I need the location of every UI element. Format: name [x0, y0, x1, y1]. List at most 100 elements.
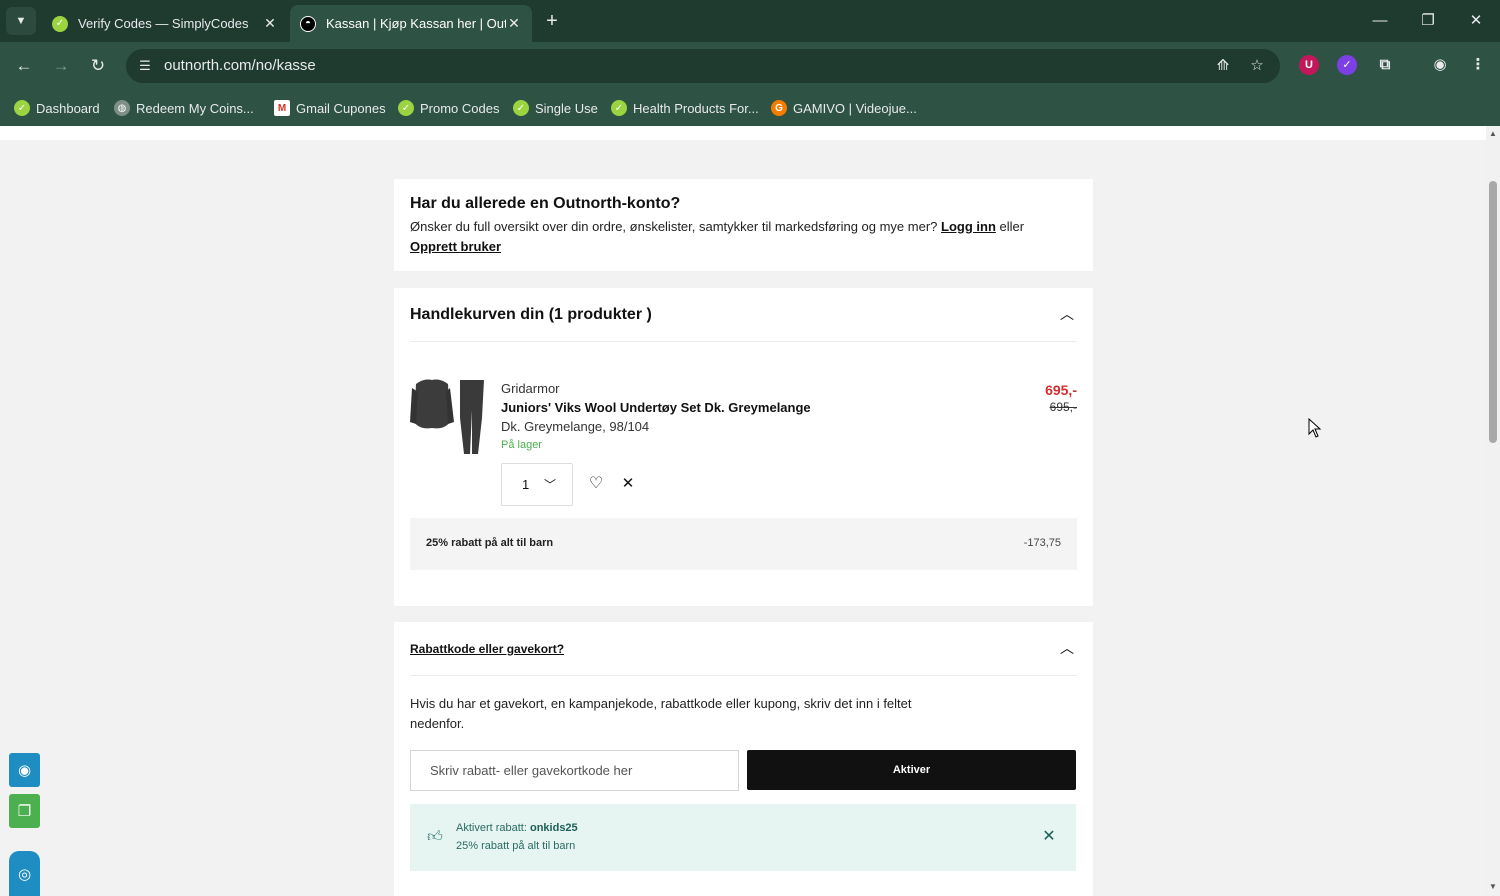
bookmark-label: Redeem My Coins...: [136, 100, 254, 116]
cart-card: Handlekurven din (1 produkter ) ︿ Gridar…: [394, 288, 1093, 606]
page-header-strip: [0, 126, 1486, 140]
globe-icon: ◍: [114, 100, 130, 116]
bookmark-label: Promo Codes: [420, 100, 500, 116]
discount-amount: -173,75: [1023, 537, 1061, 549]
quantity-value: 1: [522, 477, 530, 492]
chevron-up-icon[interactable]: ︿: [1057, 638, 1077, 658]
remove-code-icon[interactable]: ✕: [1040, 828, 1058, 846]
widget-logo-icon[interactable]: ◎: [9, 851, 40, 896]
account-text: Ønsker du full oversikt over din ordre, …: [410, 217, 1077, 257]
bookmarks-bar: ✓ Dashboard ◍ Redeem My Coins... M Gmail…: [0, 90, 1500, 126]
simplycodes-icon: ✓: [513, 100, 529, 116]
applied-line: Aktivert rabatt: onkids25: [456, 822, 578, 834]
ublock-extension-icon[interactable]: U: [1299, 55, 1319, 75]
product-original-price: 695,-: [1049, 400, 1077, 414]
outnorth-icon: ◓: [300, 15, 316, 32]
extensions-puzzle-icon[interactable]: ⧉: [1375, 55, 1395, 75]
close-icon[interactable]: ✕: [262, 15, 278, 32]
bookmark-redeem[interactable]: ◍ Redeem My Coins...: [114, 96, 254, 120]
login-link[interactable]: Logg inn: [941, 219, 996, 234]
promo-heading[interactable]: Rabattkode eller gavekort?: [410, 642, 564, 656]
activate-button[interactable]: Aktiver: [747, 750, 1076, 790]
address-bar[interactable]: ☰ outnorth.com/no/kasse ⟰ ☆: [126, 49, 1280, 83]
tab-bar: ▼ ✓ Verify Codes — SimplyCodes ✕ ◓ Kassa…: [0, 0, 1500, 42]
product-image[interactable]: [410, 378, 486, 456]
bookmark-label: Dashboard: [36, 100, 100, 116]
bookmark-gamivo[interactable]: G GAMIVO | Videojue...: [771, 96, 917, 120]
eye-icon[interactable]: ◉: [9, 753, 40, 787]
product-brand: Gridarmor: [501, 381, 560, 396]
promo-header[interactable]: Rabattkode eller gavekort? ︿: [410, 622, 1077, 676]
url-text[interactable]: outnorth.com/no/kasse: [164, 57, 316, 74]
applied-prefix: Aktivert rabatt:: [456, 822, 530, 834]
new-tab-button[interactable]: +: [540, 9, 564, 33]
promo-info: Hvis du har et gavekort, en kampanjekode…: [410, 696, 912, 731]
back-button[interactable]: ←: [12, 54, 36, 78]
restore-button[interactable]: ❐: [1418, 10, 1438, 32]
chevron-up-icon[interactable]: ︿: [1057, 304, 1077, 324]
heart-icon[interactable]: ♡: [586, 474, 606, 494]
tab-search-button[interactable]: ▼: [6, 7, 36, 35]
product-price: 695,-: [1045, 382, 1077, 398]
bookmark-label: Health Products For...: [633, 100, 759, 116]
copy-icon[interactable]: ❐: [9, 794, 40, 828]
stock-status: På lager: [501, 439, 542, 451]
browser-toolbar: ← → ↻ ☰ outnorth.com/no/kasse ⟰ ☆ U ✓ ⧉ …: [0, 42, 1500, 90]
simplycodes-icon: ✓: [611, 100, 627, 116]
or-text: eller: [999, 219, 1025, 234]
tab-simplycodes[interactable]: ✓ Verify Codes — SimplyCodes ✕: [42, 5, 288, 42]
minimize-button[interactable]: —: [1370, 10, 1390, 32]
bookmark-label: GAMIVO | Videojue...: [793, 100, 917, 116]
gmail-icon: M: [274, 100, 290, 116]
bookmark-gmail[interactable]: M Gmail Cupones: [274, 96, 386, 120]
simplycodes-icon: ✓: [14, 100, 30, 116]
applied-discount-notice: 👍︎ Aktivert rabatt: onkids25 25% rabatt …: [410, 804, 1076, 871]
scrollbar-thumb[interactable]: [1489, 181, 1497, 443]
bookmark-promo-codes[interactable]: ✓ Promo Codes: [398, 96, 499, 120]
promo-code-input[interactable]: [410, 750, 739, 791]
page-scrollbar[interactable]: ▲ ▼: [1486, 126, 1500, 896]
account-heading: Har du allerede en Outnorth-konto?: [410, 195, 681, 212]
applied-code: onkids25: [529, 822, 578, 834]
mouse-cursor-icon: [1308, 418, 1322, 438]
tab-title: Verify Codes — SimplyCodes: [78, 16, 249, 31]
bookmark-single-use[interactable]: ✓ Single Use: [513, 96, 598, 120]
tab-title: Kassan | Kjøp Kassan her | Outnorth: [326, 16, 506, 31]
thumbs-up-icon: 👍︎: [427, 828, 443, 845]
tab-outnorth[interactable]: ◓ Kassan | Kjøp Kassan her | Outnorth ✕: [290, 5, 532, 42]
site-settings-icon[interactable]: ☰: [136, 57, 154, 75]
scroll-up-icon[interactable]: ▲: [1488, 129, 1498, 139]
product-variant: Dk. Greymelange, 98/104: [501, 419, 650, 434]
bookmark-dashboard[interactable]: ✓ Dashboard: [14, 96, 100, 120]
account-description: Ønsker du full oversikt over din ordre, …: [410, 219, 938, 234]
simplycodes-icon: ✓: [52, 15, 68, 32]
cart-header[interactable]: Handlekurven din (1 produkter ) ︿: [410, 288, 1077, 342]
bookmark-health-products[interactable]: ✓ Health Products For...: [611, 96, 759, 120]
forward-button[interactable]: →: [49, 54, 73, 78]
scroll-down-icon[interactable]: ▼: [1488, 882, 1498, 892]
simplycodes-icon: ✓: [398, 100, 414, 116]
gamivo-icon: G: [771, 100, 787, 116]
bookmark-star-icon[interactable]: ☆: [1247, 56, 1267, 76]
applied-description: 25% rabatt på alt til barn: [456, 840, 576, 852]
page-content: Har du allerede en Outnorth-konto? Ønske…: [0, 126, 1486, 896]
register-link[interactable]: Opprett bruker: [410, 239, 501, 254]
close-icon[interactable]: ✕: [506, 15, 522, 32]
extension-icon[interactable]: ✓: [1337, 55, 1357, 75]
reload-button[interactable]: ↻: [86, 54, 110, 78]
quantity-select[interactable]: 1 ﹀: [501, 463, 573, 506]
menu-dots-icon[interactable]: ⋮: [1468, 55, 1488, 75]
window-close-button[interactable]: ✕: [1466, 10, 1486, 32]
discount-label: 25% rabatt på alt til barn: [426, 537, 554, 549]
product-name[interactable]: Juniors' Viks Wool Undertøy Set Dk. Grey…: [501, 400, 811, 415]
bookmark-label: Single Use: [535, 100, 598, 116]
translate-icon[interactable]: ⟰: [1213, 56, 1233, 76]
chevron-down-icon: ﹀: [544, 478, 557, 492]
cart-heading: Handlekurven din (1 produkter ): [410, 306, 652, 323]
account-card: Har du allerede en Outnorth-konto? Ønske…: [394, 179, 1093, 271]
bookmark-label: Gmail Cupones: [296, 100, 386, 116]
profile-icon[interactable]: ◉: [1430, 55, 1450, 75]
promo-card: Rabattkode eller gavekort? ︿ Hvis du har…: [394, 622, 1093, 896]
discount-row: 25% rabatt på alt til barn -173,75: [410, 518, 1077, 570]
remove-icon[interactable]: ✕: [618, 474, 638, 494]
